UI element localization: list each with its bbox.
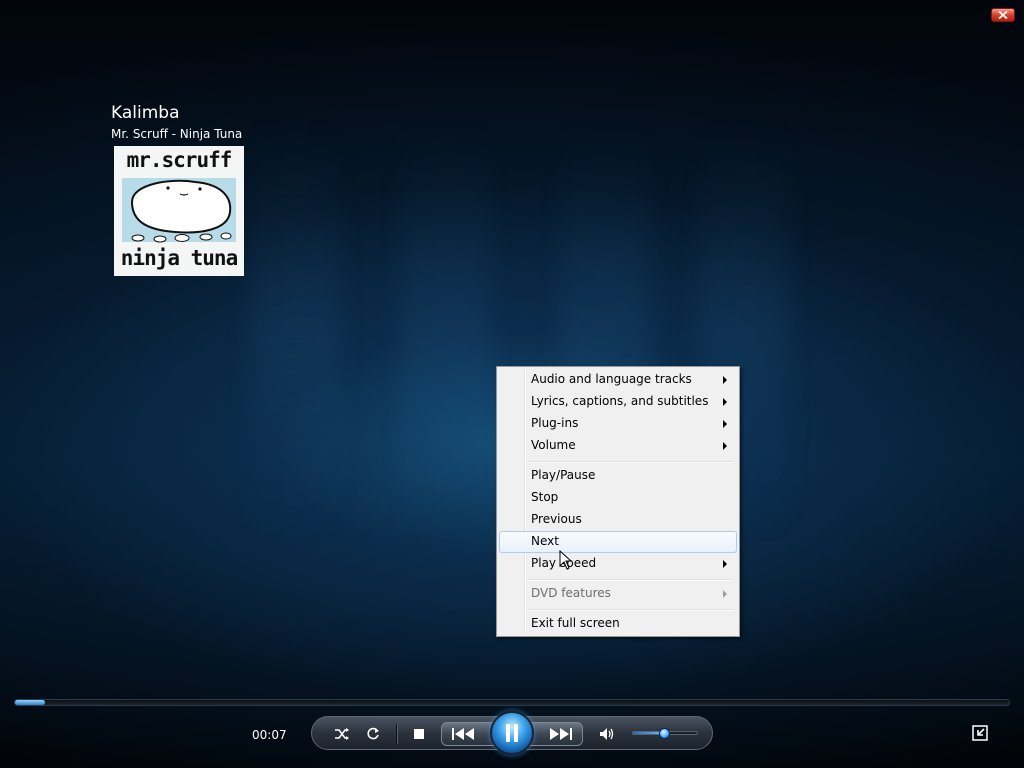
menu-separator [527,461,733,463]
next-button[interactable] [544,724,576,744]
shuffle-button[interactable] [333,724,351,744]
track-title: Kalimba [111,103,180,123]
play-pause-button[interactable] [490,711,534,755]
elapsed-time: 00:07 [252,728,287,742]
submenu-arrow-icon [723,442,727,450]
background-light-ray [250,120,340,540]
submenu-arrow-icon [723,560,727,568]
seek-progress [15,700,45,705]
menu-separator [527,609,733,611]
menu-separator [527,579,733,581]
submenu-arrow-icon [723,590,727,598]
shuffle-icon [335,728,349,740]
submenu-arrow-icon [723,376,727,384]
menu-item-audio-language-tracks[interactable]: Audio and language tracks [499,369,737,391]
menu-item-next[interactable]: Next [499,531,737,553]
menu-item-label: Play/Pause [531,468,596,482]
album-art-illustration [122,178,236,243]
menu-item-label: Stop [531,490,559,504]
control-divider [396,724,398,744]
menu-item-dvd-features: DVD features [499,583,737,605]
menu-item-exit-full-screen[interactable]: Exit full screen [499,613,737,635]
menu-item-label: Lyrics, captions, and subtitles [531,394,709,408]
previous-icon [452,728,474,740]
background-light-ray [400,120,490,540]
speaker-icon [600,728,614,740]
menu-item-label: Previous [531,512,582,526]
menu-item-volume[interactable]: Volume [499,435,737,457]
album-art-text-bottom: ninja tuna [120,246,238,270]
mouse-cursor-icon [559,550,573,570]
album-art: mr.scruff ninja tuna [114,146,244,276]
context-menu: Audio and language tracks Lyrics, captio… [496,366,740,637]
menu-item-label: Audio and language tracks [531,372,692,386]
menu-item-label: Plug-ins [531,416,579,430]
menu-item-plug-ins[interactable]: Plug-ins [499,413,737,435]
menu-item-stop[interactable]: Stop [499,487,737,509]
switch-to-library-button[interactable] [972,725,988,741]
menu-item-play-speed[interactable]: Play speed [499,553,737,575]
previous-button[interactable] [448,724,480,744]
next-icon [550,728,572,740]
artist-album: Mr. Scruff - Ninja Tuna [111,127,243,141]
submenu-arrow-icon [723,420,727,428]
close-icon [998,11,1008,19]
close-button[interactable] [991,8,1015,22]
mute-button[interactable] [597,724,617,744]
menu-item-play-pause[interactable]: Play/Pause [499,465,737,487]
submenu-arrow-icon [723,398,727,406]
repeat-icon [367,727,379,740]
menu-item-label: Next [531,534,559,548]
repeat-button[interactable] [364,724,382,744]
menu-item-label: DVD features [531,586,611,600]
menu-item-lyrics-captions-subtitles[interactable]: Lyrics, captions, and subtitles [499,391,737,413]
volume-slider-thumb[interactable] [659,728,670,739]
stop-icon [414,729,424,739]
stop-button[interactable] [410,725,428,743]
switch-to-library-icon [972,725,988,741]
menu-item-label: Exit full screen [531,616,620,630]
menu-item-label: Volume [531,438,576,452]
pause-icon [506,724,518,742]
menu-item-previous[interactable]: Previous [499,509,737,531]
fullscreen-player: Kalimba Mr. Scruff - Ninja Tuna mr.scruf… [0,0,1024,768]
album-art-text-top: mr.scruff [126,148,233,172]
seek-bar[interactable] [14,699,1010,706]
